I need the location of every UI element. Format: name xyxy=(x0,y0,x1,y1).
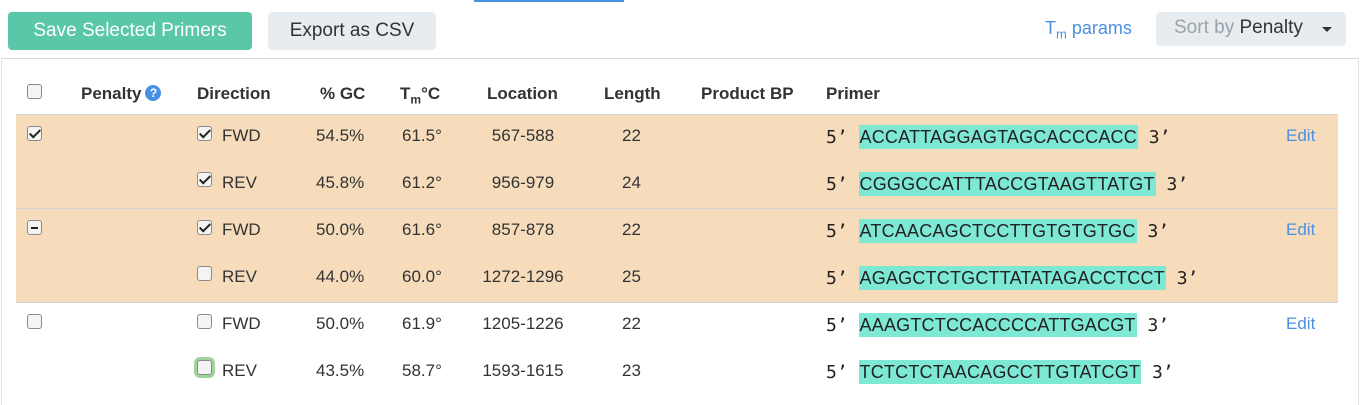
primer-gc: 54.5% xyxy=(316,126,365,145)
primer-gc: 43.5% xyxy=(316,361,365,380)
three-prime-label: 3’ xyxy=(1166,174,1189,195)
primer-checkbox[interactable] xyxy=(197,126,212,141)
primer-tm: 61.9° xyxy=(402,314,442,333)
primer-direction: REV xyxy=(222,361,257,380)
primer-checkbox[interactable] xyxy=(197,360,212,375)
tm-params-rest: params xyxy=(1066,18,1132,38)
primer-checkbox[interactable] xyxy=(197,220,212,235)
primer-location: 1593-1615 xyxy=(482,361,564,380)
primer-gc: 45.8% xyxy=(316,173,365,192)
col-header-tm: Tm°C xyxy=(400,84,440,106)
col-header-direction: Direction xyxy=(197,84,271,103)
primer-location: 1205-1226 xyxy=(482,314,564,333)
sequence-highlight[interactable]: TCTCTCTAACAGCCTTGTATCGT xyxy=(858,360,1142,384)
primer-tm: 61.5° xyxy=(402,126,442,145)
edit-pair-link[interactable]: Edit xyxy=(1286,126,1315,146)
col-header-gc: % GC xyxy=(320,84,366,103)
five-prime-label: 5’ xyxy=(826,268,848,289)
three-prime-label: 3’ xyxy=(1148,127,1171,148)
primer-tm: 61.6° xyxy=(402,220,442,239)
five-prime-label: 5’ xyxy=(826,127,848,148)
primer-length: 24 xyxy=(622,173,641,192)
col-header-length: Length xyxy=(604,84,661,103)
primer-location: 567-588 xyxy=(491,126,555,145)
pair-checkbox[interactable] xyxy=(27,220,42,235)
primer-direction: FWD xyxy=(222,126,261,145)
edit-pair-link[interactable]: Edit xyxy=(1286,220,1315,240)
five-prime-label: 5’ xyxy=(826,174,848,195)
sequence-highlight[interactable]: CGGGCCATTTACCGTAAGTTATGT xyxy=(858,172,1156,196)
five-prime-label: 5’ xyxy=(826,315,848,336)
tm-params-sub: m xyxy=(1056,26,1067,42)
primer-gc: 44.0% xyxy=(316,267,365,286)
five-prime-label: 5’ xyxy=(826,221,848,242)
edit-pair-link[interactable]: Edit xyxy=(1286,314,1315,334)
select-all-checkbox[interactable] xyxy=(27,84,42,99)
col-header-location: Location xyxy=(487,84,558,103)
primer-length: 22 xyxy=(622,126,641,145)
primer-checkbox[interactable] xyxy=(197,172,212,187)
sequence-highlight[interactable]: ATCAACAGCTCCTTGTGTGTGC xyxy=(858,219,1137,243)
col-header-tm-unit: °C xyxy=(421,84,441,103)
col-header-penalty[interactable]: Penalty? xyxy=(81,84,162,104)
primer-length: 22 xyxy=(622,220,641,239)
primer-location: 956-979 xyxy=(491,173,555,192)
primer-checkbox[interactable] xyxy=(197,314,212,329)
row-divider xyxy=(16,302,1338,303)
primer-checkbox[interactable] xyxy=(197,266,212,281)
col-header-primer: Primer xyxy=(826,84,880,103)
primer-sequence: 5’ TCTCTCTAACAGCCTTGTATCGT 3’ xyxy=(826,360,1174,384)
primer-location: 857-878 xyxy=(491,220,555,239)
three-prime-label: 3’ xyxy=(1151,362,1174,383)
primer-direction: REV xyxy=(222,173,257,192)
sort-dropdown[interactable]: Sort by Penalty xyxy=(1156,12,1346,46)
primer-location: 1272-1296 xyxy=(482,267,564,286)
primer-direction: FWD xyxy=(222,220,261,239)
primer-sequence: 5’ AAAGTCTCCACCCCATTGACGT 3’ xyxy=(826,313,1170,337)
primer-direction: REV xyxy=(222,267,257,286)
tm-params-link[interactable]: Tm params xyxy=(1045,18,1132,42)
primer-tm: 58.7° xyxy=(402,361,442,380)
col-header-penalty-label: Penalty xyxy=(81,84,142,103)
sequence-highlight[interactable]: AGAGCTCTGCTTATATAGACCTCCT xyxy=(858,266,1166,290)
primer-sequence: 5’ AGAGCTCTGCTTATATAGACCTCCT 3’ xyxy=(826,266,1199,290)
sequence-highlight[interactable]: ACCATTAGGAGTAGCACCCACC xyxy=(858,125,1138,149)
five-prime-label: 5’ xyxy=(826,362,848,383)
primer-gc: 50.0% xyxy=(316,220,365,239)
pair-checkbox[interactable] xyxy=(27,126,42,141)
col-header-tm-t: T xyxy=(400,84,411,103)
col-header-tm-sub: m xyxy=(410,92,422,107)
primer-sequence: 5’ ATCAACAGCTCCTTGTGTGTGC 3’ xyxy=(826,219,1170,243)
primer-gc: 50.0% xyxy=(316,314,365,333)
save-selected-primers-button[interactable]: Save Selected Primers xyxy=(8,12,252,50)
export-csv-button[interactable]: Export as CSV xyxy=(268,12,436,50)
chevron-down-icon xyxy=(1322,27,1332,32)
primer-tm: 60.0° xyxy=(402,267,442,286)
col-header-product-bp: Product BP xyxy=(701,84,794,103)
sequence-highlight[interactable]: AAAGTCTCCACCCCATTGACGT xyxy=(858,313,1137,337)
help-icon[interactable]: ? xyxy=(145,85,162,101)
three-prime-label: 3’ xyxy=(1176,268,1199,289)
primer-sequence: 5’ ACCATTAGGAGTAGCACCCACC 3’ xyxy=(826,125,1171,149)
primer-length: 23 xyxy=(622,361,641,380)
sort-value: Penalty xyxy=(1239,17,1303,38)
primer-sequence: 5’ CGGGCCATTTACCGTAAGTTATGT 3’ xyxy=(826,172,1189,196)
three-prime-label: 3’ xyxy=(1147,315,1170,336)
toolbar: Save Selected Primers Export as CSV Tm p… xyxy=(0,0,1362,58)
tm-params-t: T xyxy=(1045,18,1056,38)
sort-prefix: Sort by xyxy=(1174,17,1240,38)
pair-checkbox[interactable] xyxy=(27,314,42,329)
primer-length: 22 xyxy=(622,314,641,333)
three-prime-label: 3’ xyxy=(1147,221,1170,242)
primer-direction: FWD xyxy=(222,314,261,333)
primer-tm: 61.2° xyxy=(402,173,442,192)
primer-length: 25 xyxy=(622,267,641,286)
